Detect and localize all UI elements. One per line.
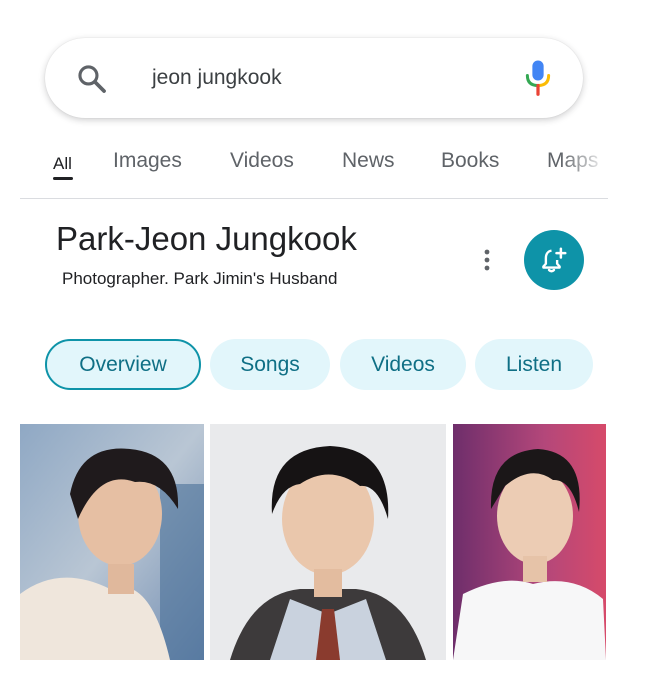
search-bar[interactable]: jeon jungkook — [45, 38, 583, 118]
image-thumbnail-1[interactable] — [20, 424, 204, 660]
chip-videos[interactable]: Videos — [340, 339, 466, 390]
tab-all[interactable]: All — [53, 151, 72, 177]
bell-plus-icon — [542, 247, 567, 273]
panel-title: Park-Jeon Jungkook — [56, 220, 357, 257]
search-tabs: All Images Videos News Books Maps — [20, 140, 608, 199]
portrait-image-1 — [20, 424, 204, 660]
tab-images[interactable]: Images — [113, 148, 182, 174]
search-icon[interactable] — [75, 62, 109, 96]
follow-button[interactable] — [524, 230, 584, 290]
chip-listen[interactable]: Listen — [475, 339, 593, 390]
chip-overview[interactable]: Overview — [45, 339, 201, 390]
tabs-fade-overlay — [560, 140, 608, 190]
portrait-image-2 — [210, 424, 446, 660]
panel-subtitle: Photographer. Park Jimin's Husband — [62, 269, 338, 288]
image-thumbnail-3[interactable] — [453, 424, 606, 660]
tab-news[interactable]: News — [342, 148, 395, 174]
portrait-image-3 — [453, 424, 606, 660]
search-input[interactable]: jeon jungkook — [152, 64, 282, 92]
tab-videos[interactable]: Videos — [230, 148, 294, 174]
mic-icon[interactable] — [523, 58, 553, 98]
more-vert-icon[interactable] — [476, 246, 498, 274]
image-thumbnail-2[interactable] — [210, 424, 446, 660]
tab-active-indicator — [53, 177, 73, 180]
tab-books[interactable]: Books — [441, 148, 499, 174]
chip-songs[interactable]: Songs — [210, 339, 330, 390]
